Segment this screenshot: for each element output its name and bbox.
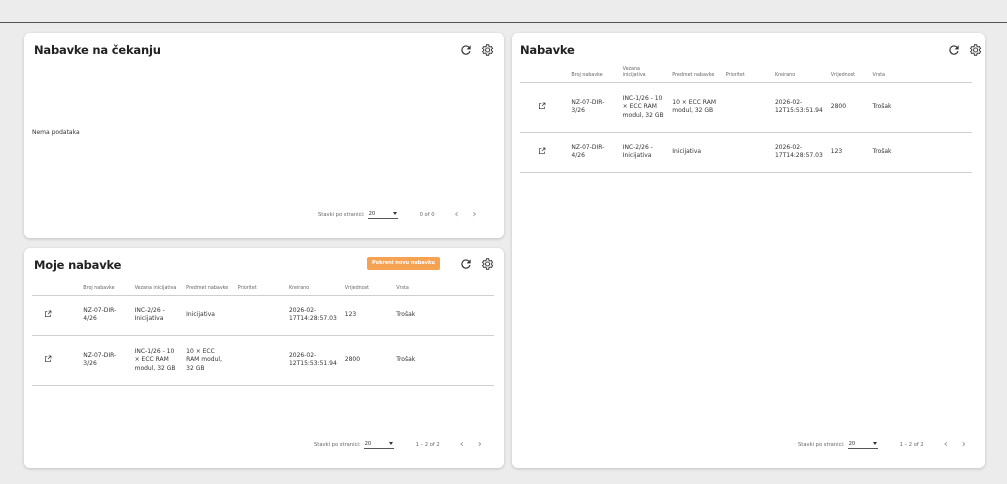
refresh-button[interactable] — [946, 42, 962, 58]
per-page-label: Stavki po stranici: — [798, 441, 845, 448]
column-kreirano[interactable]: Kreirano — [284, 286, 341, 297]
dropdown-caret-icon — [392, 212, 397, 215]
cell-broj: NZ-07-DIR-4/26 — [79, 295, 131, 336]
cell-prioritet — [233, 335, 285, 386]
cell-prioritet — [721, 132, 771, 173]
open-in-new-icon[interactable] — [538, 102, 546, 110]
cell-vrijednost: 123 — [340, 295, 393, 336]
column-vrsta[interactable]: Vrsta — [868, 67, 972, 83]
column-open — [520, 67, 568, 83]
cell-vrsta: Trošak — [868, 82, 972, 133]
cell-kreirano: 2026-02-17T14:28:57.03 — [284, 295, 341, 336]
empty-state-text: Nema podataka — [32, 129, 80, 136]
cell-prioritet — [233, 295, 285, 336]
per-page-label: Stavki po stranici: — [318, 211, 365, 218]
cell-vrijednost: 123 — [826, 132, 869, 173]
cell-vrijednost: 2800 — [826, 82, 869, 133]
open-in-new-icon[interactable] — [44, 310, 52, 318]
my-paginator: Stavki po stranici: 20 1 – 2 of 2 ‹ › — [314, 439, 482, 450]
cell-predmet: 10 × ECC RAM modul, 32 GB — [668, 82, 722, 133]
all-paginator: Stavki po stranici: 20 1 – 2 of 2 ‹ › — [798, 439, 966, 450]
refresh-icon — [461, 259, 471, 269]
refresh-button[interactable] — [458, 42, 474, 58]
column-vrijednost[interactable]: Vrijednost — [826, 67, 869, 83]
cell-predmet: Inicijativa — [182, 295, 234, 336]
refresh-button[interactable] — [458, 256, 474, 272]
cell-vrsta: Trošak — [392, 335, 494, 386]
all-procurements-table: Broj nabavke Vezana inicijativa Predmet … — [520, 67, 972, 173]
column-vrijednost[interactable]: Vrijednost — [340, 286, 393, 297]
per-page-value: 20 — [848, 440, 856, 447]
cell-vrijednost: 2800 — [340, 335, 393, 386]
open-in-new-icon[interactable] — [44, 355, 52, 363]
per-page-select[interactable]: 20 — [363, 440, 394, 449]
cell-broj: NZ-07-DIR-3/26 — [79, 335, 131, 386]
dropdown-caret-icon — [872, 442, 877, 445]
chevron-right-icon[interactable]: › — [478, 439, 482, 450]
settings-icon — [969, 44, 982, 56]
refresh-icon — [949, 45, 959, 55]
my-panel-title: Moje nabavke — [34, 258, 122, 272]
pending-panel-title: Nabavke na čekanju — [34, 43, 161, 57]
pending-paginator: Stavki po stranici: 20 0 of 0 ‹ › — [318, 209, 477, 220]
start-new-procurement-button[interactable]: Pokreni novu nabavku — [367, 257, 440, 270]
per-page-select[interactable]: 20 — [367, 210, 398, 219]
column-inicijativa[interactable]: Vezana inicijativa — [130, 286, 183, 297]
cell-predmet: Inicijativa — [668, 132, 722, 173]
settings-button[interactable] — [479, 256, 495, 272]
cell-inicijativa: INC-1/26 - 10 × ECC RAM modul, 32 GB — [618, 82, 669, 133]
cell-kreirano: 2026-02-12T15:53:51.94 — [770, 82, 827, 133]
dropdown-caret-icon — [388, 442, 393, 445]
column-broj[interactable]: Broj nabavke — [567, 67, 619, 83]
chevron-right-icon[interactable]: › — [962, 439, 966, 450]
column-predmet[interactable]: Predmet nabavke — [668, 67, 722, 83]
pending-procurements-panel: Nabavke na čekanju Nema podataka Stavki … — [24, 33, 504, 238]
table-row[interactable]: NZ-07-DIR-3/26 INC-1/26 - 10 × ECC RAM m… — [520, 82, 972, 133]
page-range: 1 – 2 of 2 — [899, 441, 924, 448]
chevron-left-icon[interactable]: ‹ — [944, 439, 948, 450]
all-procurements-panel: Nabavke Broj nabavke Vezana inicijativa … — [512, 33, 985, 468]
cell-inicijativa: INC-2/26 - Inicijativa — [618, 132, 669, 173]
cell-broj: NZ-07-DIR-4/26 — [567, 132, 619, 173]
chevron-left-icon[interactable]: ‹ — [460, 439, 464, 450]
per-page-label: Stavki po stranici: — [314, 441, 361, 448]
refresh-icon — [461, 45, 471, 55]
per-page-value: 20 — [368, 210, 376, 217]
column-vrsta[interactable]: Vrsta — [392, 286, 494, 297]
column-inicijativa[interactable]: Vezana inicijativa — [618, 67, 669, 83]
my-procurements-table: Broj nabavke Vezana inicijativa Predmet … — [32, 286, 494, 386]
table-row[interactable]: NZ-07-DIR-3/26 INC-1/26 - 10 × ECC RAM m… — [32, 335, 494, 386]
table-row[interactable]: NZ-07-DIR-4/26 INC-2/26 - Inicijativa In… — [520, 132, 972, 173]
settings-button[interactable] — [967, 42, 983, 58]
table-row[interactable]: NZ-07-DIR-4/26 INC-2/26 - Inicijativa In… — [32, 295, 494, 336]
settings-icon — [481, 44, 494, 56]
cell-predmet: 10 × ECC RAM modul, 32 GB — [182, 335, 234, 386]
chevron-right-icon[interactable]: › — [473, 209, 477, 220]
column-open — [32, 286, 80, 297]
top-bar — [0, 0, 1007, 23]
page-range: 0 of 0 — [419, 211, 435, 218]
open-in-new-icon[interactable] — [538, 147, 546, 155]
per-page-select[interactable]: 20 — [847, 440, 878, 449]
column-kreirano[interactable]: Kreirano — [770, 67, 827, 83]
column-prioritet[interactable]: Prioritet — [721, 67, 771, 83]
my-procurements-panel: Moje nabavke Pokreni novu nabavku Broj n… — [24, 248, 504, 468]
column-predmet[interactable]: Predmet nabavke — [182, 286, 234, 297]
settings-button[interactable] — [479, 42, 495, 58]
cell-kreirano: 2026-02-17T14:28:57.03 — [770, 132, 827, 173]
cell-inicijativa: INC-2/26 - Inicijativa — [130, 295, 183, 336]
cell-vrsta: Trošak — [868, 132, 972, 173]
all-panel-title: Nabavke — [520, 43, 575, 57]
page-range: 1 – 2 of 2 — [415, 441, 440, 448]
settings-icon — [481, 258, 494, 270]
cell-broj: NZ-07-DIR-3/26 — [567, 82, 619, 133]
column-prioritet[interactable]: Prioritet — [233, 286, 285, 297]
cell-kreirano: 2026-02-12T15:53:51.94 — [284, 335, 341, 386]
chevron-left-icon[interactable]: ‹ — [455, 209, 459, 220]
column-broj[interactable]: Broj nabavke — [79, 286, 131, 297]
cell-prioritet — [721, 82, 771, 133]
per-page-value: 20 — [364, 440, 372, 447]
cell-inicijativa: INC-1/26 - 10 × ECC RAM modul, 32 GB — [130, 335, 183, 386]
cell-vrsta: Trošak — [392, 295, 494, 336]
